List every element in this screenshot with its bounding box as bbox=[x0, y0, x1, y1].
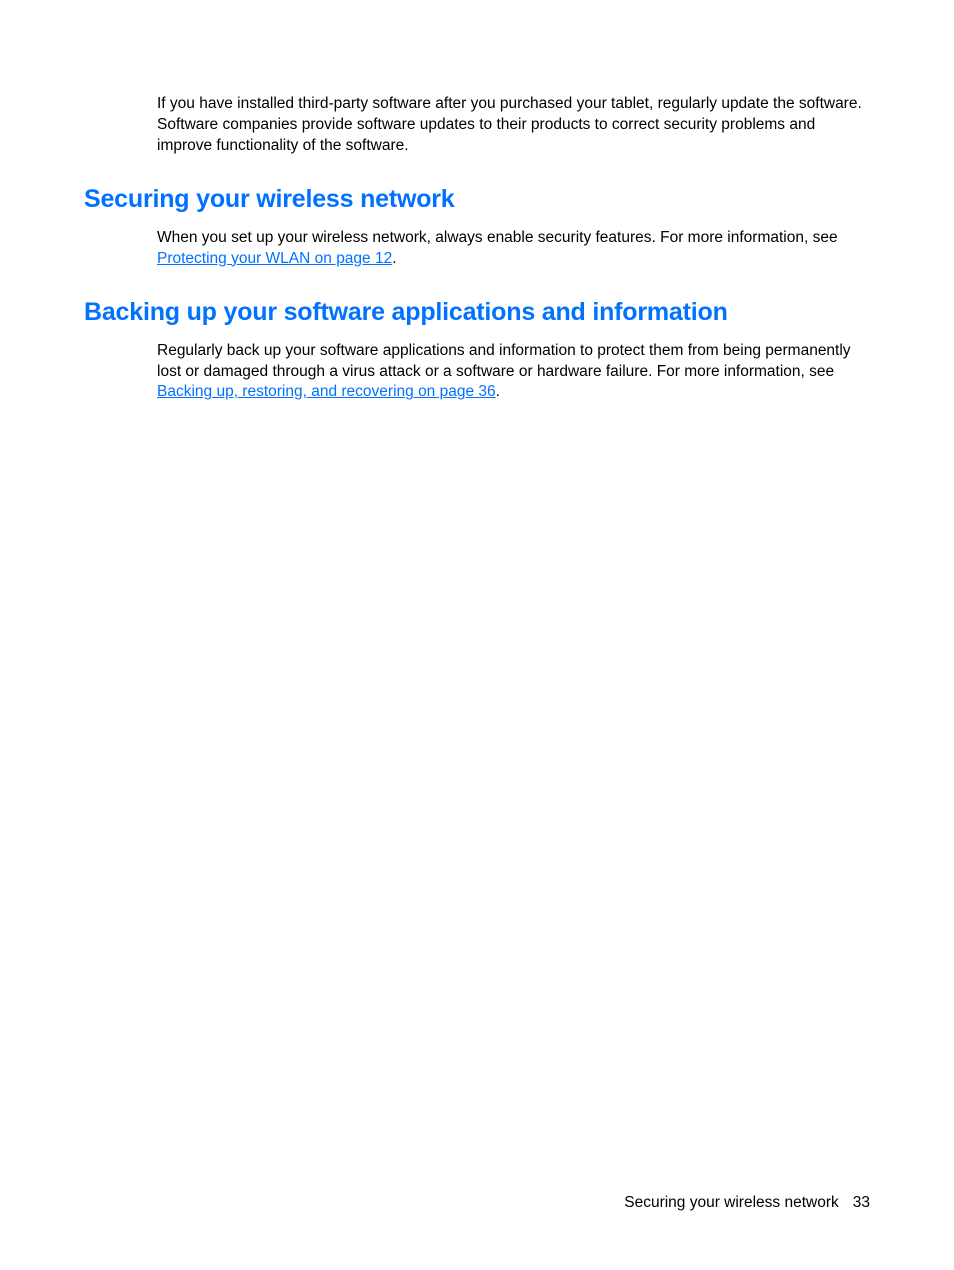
footer-section-title: Securing your wireless network bbox=[624, 1194, 839, 1211]
link-backing-up-restoring[interactable]: Backing up, restoring, and recovering on… bbox=[157, 383, 496, 400]
intro-paragraph: If you have installed third-party softwa… bbox=[157, 94, 870, 157]
securing-paragraph: When you set up your wireless network, a… bbox=[157, 228, 870, 270]
backing-up-text-before: Regularly back up your software applicat… bbox=[157, 342, 851, 380]
heading-securing-wireless: Securing your wireless network bbox=[84, 185, 870, 214]
footer-page-number: 33 bbox=[853, 1194, 870, 1211]
page-content: If you have installed third-party softwa… bbox=[0, 0, 954, 403]
backing-up-text-after: . bbox=[496, 383, 500, 400]
securing-text-before: When you set up your wireless network, a… bbox=[157, 229, 838, 246]
backing-up-paragraph: Regularly back up your software applicat… bbox=[157, 341, 870, 404]
securing-text-after: . bbox=[392, 250, 396, 267]
page-footer: Securing your wireless network 33 bbox=[624, 1194, 870, 1212]
heading-backing-up: Backing up your software applications an… bbox=[84, 298, 870, 327]
link-protecting-wlan[interactable]: Protecting your WLAN on page 12 bbox=[157, 250, 392, 267]
